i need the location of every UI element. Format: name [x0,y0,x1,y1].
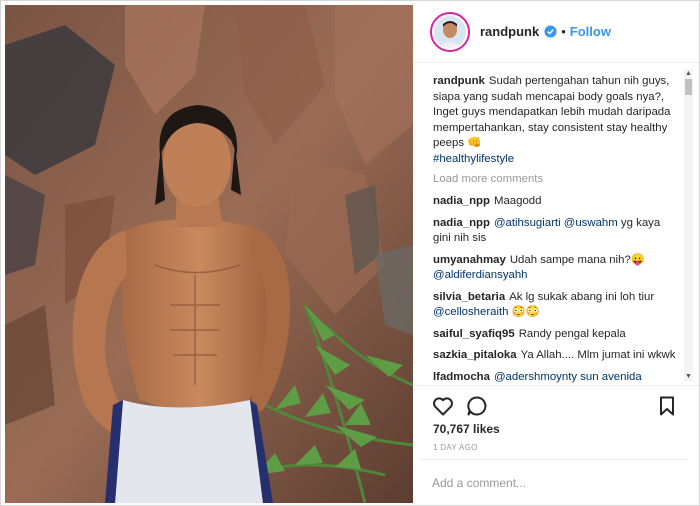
post-timestamp[interactable]: 1 DAY AGO [433,443,478,452]
post-modal: randpunk • Follow randpunk Sudah pertenga… [0,0,700,506]
caption-hashtag[interactable]: #healthylifestyle [433,152,677,168]
comment-item: saiful_syafiq95 Randy pengal kepala [433,327,677,343]
comment-username[interactable]: silvia_betaria [433,291,505,303]
comment-item: sazkia_pitaloka Ya Allah.... Mlm jumat in… [433,348,677,364]
load-more-comments-button[interactable]: Load more comments [433,173,677,185]
comment-username[interactable]: saiful_syafiq95 [433,328,515,340]
comment-text: Udah sampe mana nih?😛 [509,253,645,266]
separator-dot: • [561,24,566,39]
comment-text: Maagodd [493,195,542,207]
comment-username[interactable]: sazkia_pitaloka [433,349,517,361]
photo-illustration [5,5,413,503]
comment-mentions[interactable]: @adershmoynty sun avenida [494,371,642,383]
avatar[interactable] [430,11,470,52]
comment-item: nadia_npp Maagodd [433,194,677,210]
avatar-image [434,15,466,48]
comment-text: Randy pengal kepala [518,327,626,340]
comments-list[interactable]: randpunk Sudah pertengahan tahun nih guys… [413,64,699,384]
comment-text: Ak lg sukak abang ini loh tiur [509,290,655,303]
comment-mentions[interactable]: @cellosheraith 😳😳 [433,306,540,318]
comment-username[interactable]: lfadmocha [433,371,490,383]
likes-count[interactable]: 70,767 likes [433,422,500,436]
caption: randpunk Sudah pertengahan tahun nih guys… [433,74,677,167]
comment-username[interactable]: umyanahmay [433,254,506,266]
post-header: randpunk • Follow [413,1,699,63]
scroll-up-arrow-icon[interactable]: ▲ [684,69,693,78]
post-side-panel: randpunk • Follow randpunk Sudah pertenga… [413,1,699,506]
post-actions-bar [413,385,699,425]
comment-item: umyanahmay Udah sampe mana nih?😛 @aldifer… [433,253,677,284]
bookmark-icon[interactable] [655,394,679,418]
verified-badge-icon [544,25,557,38]
comment-mentions[interactable]: @aldiferdiansyahh [433,269,528,281]
caption-username[interactable]: randpunk [433,75,485,87]
comment-item: lfadmocha @adershmoynty sun avenida [433,370,677,385]
comment-bubble-icon[interactable] [465,394,489,418]
comments-scrollbar[interactable] [684,69,693,381]
comment-username[interactable]: nadia_npp [433,195,490,207]
heart-icon[interactable] [431,394,455,418]
comment-mentions[interactable]: @atihsugiarti @uswahm [494,217,618,229]
comment-item: nadia_npp @atihsugiarti @uswahm yg kaya g… [433,216,677,247]
comment-text: Ya Allah.... Mlm jumat ini wkwk [520,349,676,361]
scroll-down-arrow-icon[interactable]: ▼ [684,372,693,381]
post-username[interactable]: randpunk [480,24,539,39]
comment-username[interactable]: nadia_npp [433,217,490,229]
scrollbar-thumb[interactable] [685,79,692,95]
post-photo[interactable] [5,5,413,503]
add-comment-bar [419,459,687,506]
follow-button[interactable]: Follow [570,24,611,39]
add-comment-input[interactable] [432,476,672,490]
comment-item: silvia_betaria Ak lg sukak abang ini loh … [433,290,677,321]
